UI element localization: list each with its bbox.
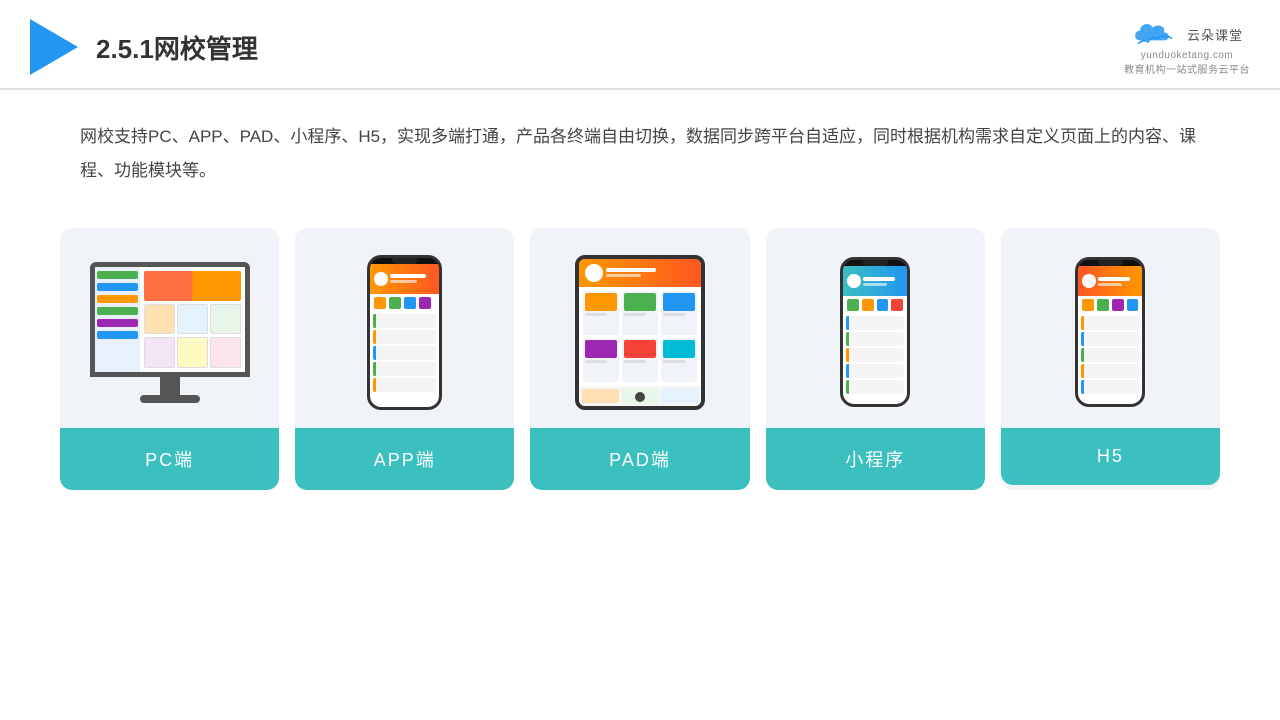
page-title: 2.5.1网校管理 — [96, 29, 258, 66]
card-miniprogram[interactable]: 小程序 — [766, 228, 985, 490]
h5-phone-icon — [1075, 257, 1145, 407]
app-image — [295, 228, 514, 428]
cloud-icon — [1131, 18, 1181, 50]
pc-image — [60, 228, 279, 428]
h5-label: H5 — [1001, 428, 1220, 485]
logo-triangle-icon — [30, 19, 78, 75]
card-pad[interactable]: PAD端 — [530, 228, 749, 490]
brand-name: 云朵课堂 — [1187, 25, 1243, 44]
brand-url: yunduoketang.com — [1141, 50, 1234, 61]
description-text: 网校支持PC、APP、PAD、小程序、H5，实现多端打通，产品各终端自由切换，数… — [0, 90, 1280, 198]
miniprogram-phone-icon — [840, 257, 910, 407]
app-label: APP端 — [295, 428, 514, 490]
header-left: 2.5.1网校管理 — [30, 19, 258, 75]
miniprogram-label: 小程序 — [766, 428, 985, 490]
card-h5[interactable]: H5 — [1001, 228, 1220, 490]
header: 2.5.1网校管理 云朵课堂 yunduoketang.com 教育机构一站式服… — [0, 0, 1280, 90]
app-phone-icon — [367, 255, 442, 410]
description-content: 网校支持PC、APP、PAD、小程序、H5，实现多端打通，产品各终端自由切换，数… — [80, 127, 1196, 180]
cards-container: PC端 — [0, 198, 1280, 490]
pad-label: PAD端 — [530, 428, 749, 490]
card-pc[interactable]: PC端 — [60, 228, 279, 490]
card-app[interactable]: APP端 — [295, 228, 514, 490]
brand-logo: 云朵课堂 yunduoketang.com 教育机构一站式服务云平台 — [1124, 18, 1250, 76]
brand-slogan: 教育机构一站式服务云平台 — [1124, 61, 1250, 76]
miniprogram-image — [766, 228, 985, 428]
h5-image — [1001, 228, 1220, 428]
pc-label: PC端 — [60, 428, 279, 490]
pc-monitor-icon — [90, 262, 250, 403]
pad-tablet-icon — [575, 255, 705, 410]
pad-image — [530, 228, 749, 428]
header-right: 云朵课堂 yunduoketang.com 教育机构一站式服务云平台 — [1124, 18, 1250, 76]
